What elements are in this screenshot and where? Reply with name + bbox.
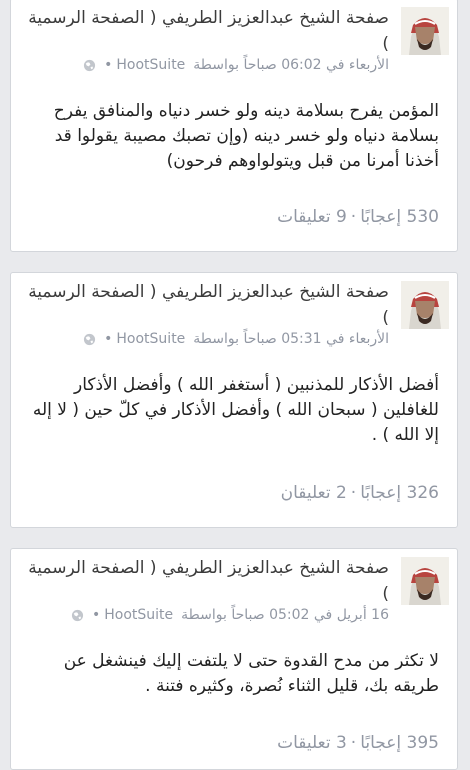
page-avatar[interactable] (401, 281, 449, 329)
post-stats: 326 إعجابًا·2 تعليقان (25, 483, 439, 503)
meta-separator: • (104, 57, 113, 73)
globe-icon (71, 609, 84, 621)
post-time[interactable]: 16 أبريل في 05:02 صباحاً بواسطة (181, 607, 389, 623)
post-card: صفحة الشيخ عبدالعزيز الطريفي ( الصفحة ال… (10, 0, 458, 252)
stats-separator: · (350, 733, 357, 753)
stats-separator: · (350, 207, 357, 227)
page-name[interactable]: صفحة الشيخ عبدالعزيز الطريفي ( الصفحة ال… (19, 279, 389, 331)
post-card: صفحة الشيخ عبدالعزيز الطريفي ( الصفحة ال… (10, 272, 458, 528)
page-avatar[interactable] (401, 7, 449, 55)
post-text: أفضل الأذكار للمذنبين ( أستغفر الله ) وأ… (32, 375, 439, 445)
comments-count[interactable]: 2 تعليقان (281, 483, 347, 503)
meta-separator: • (104, 331, 113, 347)
post-stats: 395 إعجابًا·3 تعليقات (25, 733, 439, 753)
page-name[interactable]: صفحة الشيخ عبدالعزيز الطريفي ( الصفحة ال… (19, 5, 389, 57)
post-card: صفحة الشيخ عبدالعزيز الطريفي ( الصفحة ال… (10, 548, 458, 770)
via-app[interactable]: HootSuite (104, 607, 173, 623)
post-text: لا تكثر من مدح القدوة حتى لا يلتفت إليك … (63, 651, 439, 696)
likes-count[interactable]: 326 إعجابًا (360, 483, 439, 503)
likes-count[interactable]: 395 إعجابًا (360, 733, 439, 753)
post-text: المؤمن يفرح بسلامة دينه ولو خسر دنياه وا… (53, 101, 439, 171)
comments-count[interactable]: 9 تعليقات (277, 207, 347, 227)
page-name[interactable]: صفحة الشيخ عبدالعزيز الطريفي ( الصفحة ال… (19, 555, 389, 607)
post-stats: 530 إعجابًا·9 تعليقات (25, 207, 439, 227)
post-meta: الأربعاء في 05:31 صباحاً بواسطة HootSuit… (17, 331, 389, 347)
globe-icon (84, 333, 96, 345)
post-meta: الأربعاء في 06:02 صباحاً بواسطة HootSuit… (17, 57, 389, 73)
meta-separator: • (91, 607, 101, 623)
post-time[interactable]: الأربعاء في 05:31 صباحاً بواسطة (193, 331, 389, 347)
comments-count[interactable]: 3 تعليقات (277, 733, 347, 753)
via-app[interactable]: HootSuite (116, 331, 185, 347)
likes-count[interactable]: 530 إعجابًا (360, 207, 439, 227)
post-time[interactable]: الأربعاء في 06:02 صباحاً بواسطة (193, 57, 389, 73)
globe-icon (84, 59, 96, 71)
post-meta: 16 أبريل في 05:02 صباحاً بواسطة HootSuit… (17, 607, 389, 623)
page-avatar[interactable] (401, 557, 449, 605)
stats-separator: · (350, 483, 357, 503)
via-app[interactable]: HootSuite (116, 57, 185, 73)
